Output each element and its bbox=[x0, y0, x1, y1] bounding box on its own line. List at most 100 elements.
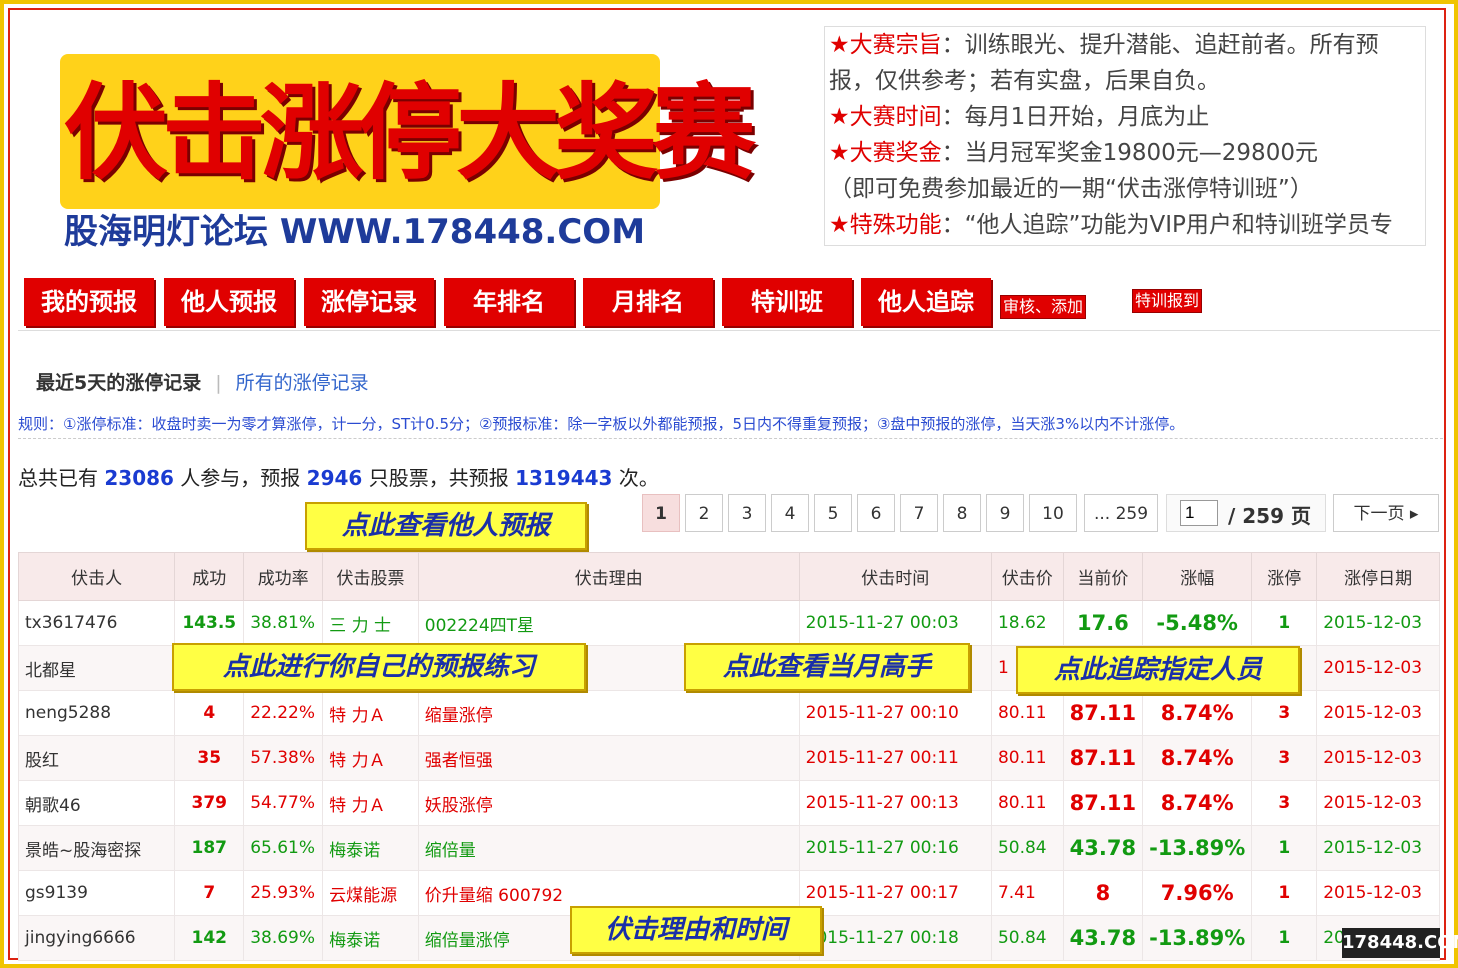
info-key: ★大赛奖金 bbox=[829, 140, 942, 166]
cell-time: 2015-11-27 00:03 bbox=[798, 600, 992, 646]
next-page-button[interactable]: 下一页 ▸ bbox=[1333, 494, 1439, 532]
cell-date: 2015-12-03 bbox=[1316, 825, 1440, 871]
table-row[interactable]: 景皓~股海密探 187 65.61% 梅泰诺 缩倍量 2015-11-27 00:16 50… bbox=[17, 825, 1440, 871]
cell-current: 87.11 bbox=[1062, 735, 1144, 781]
page-number-input[interactable] bbox=[1180, 500, 1218, 526]
cell-price: 50.84 bbox=[990, 915, 1064, 961]
cell-current: 87.11 bbox=[1062, 780, 1144, 826]
cell-rate: 38.69% bbox=[243, 915, 324, 961]
cell-rate: 65.61% bbox=[243, 825, 324, 871]
cell-reason: 002224四T星 bbox=[417, 600, 800, 646]
nav-others-forecast[interactable]: 他人预报 bbox=[164, 278, 294, 326]
cell-change: -13.89% bbox=[1142, 915, 1253, 961]
callout-others-forecast: 点此查看他人预报 bbox=[305, 502, 587, 550]
review-add-button[interactable]: 审核、添加 bbox=[1000, 295, 1087, 319]
cell-date: 2015-12-03 bbox=[1316, 600, 1440, 646]
cell-stock[interactable]: 梅泰诺 bbox=[322, 915, 419, 961]
cell-stock[interactable]: 三 力 士 bbox=[322, 600, 419, 646]
column-header: 伏击价 bbox=[990, 552, 1064, 601]
info-key: ★大赛宗旨 bbox=[829, 32, 942, 58]
cell-change: 7.96% bbox=[1142, 870, 1253, 916]
cell-stock[interactable]: 梅泰诺 bbox=[322, 825, 419, 871]
cell-current: 17.6 bbox=[1062, 600, 1144, 646]
cell-user[interactable]: 股红 bbox=[17, 735, 176, 781]
cell-limit: 3 bbox=[1251, 735, 1318, 781]
cell-rate: 54.77% bbox=[243, 780, 324, 826]
page-button[interactable]: 5 bbox=[814, 494, 852, 532]
cell-date: 2015-12-03 bbox=[1316, 735, 1440, 781]
divider bbox=[18, 330, 1440, 331]
rules-text: 规则：①涨停标准：收盘时卖一为零才算涨停，计一分，ST计0.5分；②预报标准：除… bbox=[18, 413, 1443, 439]
table-header-row: 伏击人 成功 成功率 伏击股票 伏击理由 伏击时间 伏击价 当前价 涨幅 涨停 涨停日期 bbox=[17, 552, 1440, 601]
cell-user[interactable]: gs9139 bbox=[17, 870, 176, 916]
training-checkin-button[interactable]: 特训报到 bbox=[1132, 289, 1203, 313]
cell-user[interactable]: 朝歌46 bbox=[17, 780, 176, 826]
page-button[interactable]: 6 bbox=[857, 494, 895, 532]
column-header: 伏击理由 bbox=[417, 552, 800, 601]
cell-rate: 22.22% bbox=[243, 690, 324, 736]
cell-price: 18.62 bbox=[990, 600, 1064, 646]
cell-time: 2015-11-27 00:17 bbox=[798, 870, 992, 916]
cell-success: 143.5 bbox=[174, 600, 245, 646]
cell-price: 80.11 bbox=[990, 735, 1064, 781]
cell-change: 8.74% bbox=[1142, 780, 1253, 826]
info-key: ★大赛时间 bbox=[829, 104, 942, 130]
page-button[interactable]: 9 bbox=[986, 494, 1024, 532]
page-total: / 259 页 bbox=[1228, 504, 1311, 528]
page-button[interactable]: 10 bbox=[1029, 494, 1077, 532]
table-row[interactable]: tx3617476 143.5 38.81% 三 力 士 002224四T星 2015-1… bbox=[17, 600, 1440, 646]
cell-reason: 缩倍量 bbox=[417, 825, 800, 871]
cell-limit: 1 bbox=[1251, 600, 1318, 646]
cell-limit: 1 bbox=[1251, 915, 1318, 961]
nav-track-others[interactable]: 他人追踪 bbox=[861, 278, 991, 326]
cell-user[interactable]: tx3617476 bbox=[17, 600, 176, 646]
info-key: ★特殊功能 bbox=[829, 212, 942, 238]
page-button-last[interactable]: ... 259 bbox=[1084, 494, 1158, 532]
cell-change: 8.74% bbox=[1142, 735, 1253, 781]
cell-current: 87.11 bbox=[1062, 690, 1144, 736]
tab-recent-5-days[interactable]: 最近5天的涨停记录 bbox=[36, 368, 201, 395]
cell-limit: 1 bbox=[1251, 825, 1318, 871]
page-button[interactable]: 2 bbox=[685, 494, 723, 532]
cell-user[interactable]: 北都星 bbox=[17, 645, 176, 691]
page-button[interactable]: 3 bbox=[728, 494, 766, 532]
nav-year-rank[interactable]: 年排名 bbox=[444, 278, 574, 326]
column-header: 涨停日期 bbox=[1316, 552, 1440, 601]
participants-count: 23086 bbox=[104, 466, 174, 490]
cell-stock[interactable]: 特 力Ａ bbox=[322, 690, 419, 736]
page-button[interactable]: 8 bbox=[943, 494, 981, 532]
tab-separator: | bbox=[215, 372, 222, 394]
callout-reason-time: 伏击理由和时间 bbox=[570, 906, 822, 954]
nav-limit-records[interactable]: 涨停记录 bbox=[304, 278, 434, 326]
cell-user[interactable]: neng5288 bbox=[17, 690, 176, 736]
cell-reason: 妖股涨停 bbox=[417, 780, 800, 826]
cell-date: 2015-12-03 bbox=[1316, 870, 1440, 916]
nav-training[interactable]: 特训班 bbox=[722, 278, 852, 326]
cell-stock[interactable]: 特 力Ａ bbox=[322, 780, 419, 826]
cell-user[interactable]: jingying6666 bbox=[17, 915, 176, 961]
cell-change: -13.89% bbox=[1142, 825, 1253, 871]
tab-all-records[interactable]: 所有的涨停记录 bbox=[236, 368, 369, 395]
cell-stock[interactable]: 云煤能源 bbox=[322, 870, 419, 916]
nav-month-rank[interactable]: 月排名 bbox=[583, 278, 713, 326]
page-button[interactable]: 1 bbox=[642, 494, 680, 532]
summary-stats: 总共已有 23086 人参与，预报 2946 只股票，共预报 1319443 次… bbox=[18, 462, 659, 491]
logo-subtitle: 股海明灯论坛 WWW.178448.COM bbox=[64, 212, 646, 252]
table-row[interactable]: neng5288 4 22.22% 特 力Ａ 缩量涨停 2015-11-27 00:10 8… bbox=[17, 690, 1440, 736]
table-row[interactable]: 股红 35 57.38% 特 力Ａ 强者恒强 2015-11-27 00:11 80.11 8… bbox=[17, 735, 1440, 781]
cell-time: 2015-11-27 00:11 bbox=[798, 735, 992, 781]
cell-stock[interactable]: 特 力Ａ bbox=[322, 735, 419, 781]
callout-track-others: 点此追踪指定人员 bbox=[1016, 646, 1300, 694]
table-row[interactable]: 朝歌46 379 54.77% 特 力Ａ 妖股涨停 2015-11-27 00:13 80.… bbox=[17, 780, 1440, 826]
cell-time: 2015-11-27 00:10 bbox=[798, 690, 992, 736]
cell-user[interactable]: 景皓~股海密探 bbox=[17, 825, 176, 871]
cell-rate: 38.81% bbox=[243, 600, 324, 646]
page-button[interactable]: 4 bbox=[771, 494, 809, 532]
cell-limit: 3 bbox=[1251, 690, 1318, 736]
stocks-count: 2946 bbox=[306, 466, 363, 490]
page-button[interactable]: 7 bbox=[900, 494, 938, 532]
cell-current: 43.78 bbox=[1062, 915, 1144, 961]
record-tabs: 最近5天的涨停记录 | 所有的涨停记录 bbox=[36, 368, 369, 395]
column-header: 伏击人 bbox=[17, 552, 176, 601]
nav-my-forecast[interactable]: 我的预报 bbox=[24, 278, 154, 326]
